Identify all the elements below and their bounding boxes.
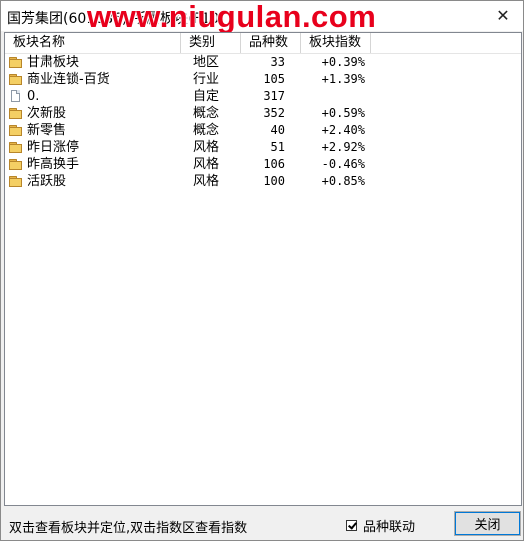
sector-name: 商业连锁-百货 [27,72,110,87]
table-row[interactable]: 昨日涨停 风格 51 +2.92% [5,139,521,156]
cell-count: 51 [270,140,285,154]
cell-count: 317 [263,89,285,103]
table-row[interactable]: 次新股 概念 352 +0.59% [5,105,521,122]
cell-index[interactable]: +0.85% [301,173,371,190]
cell-index[interactable]: +2.92% [301,139,371,156]
status-hint: 双击查看板块并定位,双击指数区查看指数 [9,521,248,536]
list-header: 板块名称 类别 品种数 板块指数 [5,33,521,54]
table-row[interactable]: 昨高换手 风格 106 -0.46% [5,156,521,173]
sector-name: 次新股 [27,106,67,121]
sector-name: 新零售 [27,123,67,138]
cell-name[interactable]: 昨日涨停 [5,139,181,156]
cell-type: 行业 [193,72,220,87]
cell-type: 自定 [193,89,220,104]
cell-name[interactable]: 活跃股 [5,173,181,190]
cell-type: 风格 [193,174,220,189]
list-body: 甘肃板块 地区 33 +0.39% 商业连锁-百货 行业 105 +1.39% 0. 自定 317 次… [5,54,521,190]
linkage-checkbox-label[interactable]: 品种联动 [363,516,415,535]
folder-icon [8,141,24,154]
title-bar[interactable]: 国芳集团(601086) 所属板块(F10) www.niugulan.com … [1,0,523,34]
cell-type: 概念 [193,123,220,138]
table-row[interactable]: 甘肃板块 地区 33 +0.39% [5,54,521,71]
cell-name[interactable]: 次新股 [5,105,181,122]
cell-name[interactable]: 昨高换手 [5,156,181,173]
cell-count: 105 [263,72,285,86]
sector-name: 甘肃板块 [27,55,80,70]
cell-count: 40 [270,123,285,137]
cell-index[interactable]: -0.46% [301,156,371,173]
table-row[interactable]: 0. 自定 317 [5,88,521,105]
folder-icon [8,107,24,120]
cell-name[interactable]: 0. [5,88,181,105]
cell-type: 风格 [193,157,220,172]
cell-count: 106 [263,157,285,171]
cell-name[interactable]: 新零售 [5,122,181,139]
folder-icon [8,73,24,86]
table-row[interactable]: 商业连锁-百货 行业 105 +1.39% [5,71,521,88]
column-header-index[interactable]: 板块指数 [301,33,371,53]
cell-type: 风格 [193,140,220,155]
file-icon [8,90,24,103]
sector-name: 昨高换手 [27,157,80,172]
cell-index[interactable] [301,88,371,105]
cell-index[interactable]: +1.39% [301,71,371,88]
cell-count: 100 [263,174,285,188]
close-button[interactable]: 关闭 [454,511,521,536]
table-row[interactable]: 活跃股 风格 100 +0.85% [5,173,521,190]
close-icon[interactable]: ✕ [491,4,515,26]
cell-name[interactable]: 甘肃板块 [5,54,181,71]
sector-name: 活跃股 [27,174,67,189]
folder-icon [8,175,24,188]
column-header-name[interactable]: 板块名称 [5,33,181,53]
cell-index[interactable]: +0.39% [301,54,371,71]
cell-name[interactable]: 商业连锁-百货 [5,71,181,88]
cell-index[interactable]: +2.40% [301,122,371,139]
sector-name: 昨日涨停 [27,140,80,155]
watermark-logo: www.niugulan.com [87,0,377,34]
linkage-checkbox-control[interactable]: 品种联动 [346,516,415,535]
dialog-window: 国芳集团(601086) 所属板块(F10) www.niugulan.com … [0,0,524,541]
linkage-checkbox[interactable] [346,520,357,531]
cell-type: 地区 [193,55,220,70]
sector-list[interactable]: 板块名称 类别 品种数 板块指数 甘肃板块 地区 33 +0.39% 商业连锁-百货 行业… [4,32,522,506]
cell-type: 概念 [193,106,220,121]
column-header-type[interactable]: 类别 [181,33,241,53]
folder-icon [8,158,24,171]
cell-index[interactable]: +0.59% [301,105,371,122]
folder-icon [8,56,24,69]
table-row[interactable]: 新零售 概念 40 +2.40% [5,122,521,139]
folder-icon [8,124,24,137]
cell-count: 352 [263,106,285,120]
sector-name: 0. [27,89,40,104]
column-header-count[interactable]: 品种数 [241,33,301,53]
cell-count: 33 [270,55,285,69]
